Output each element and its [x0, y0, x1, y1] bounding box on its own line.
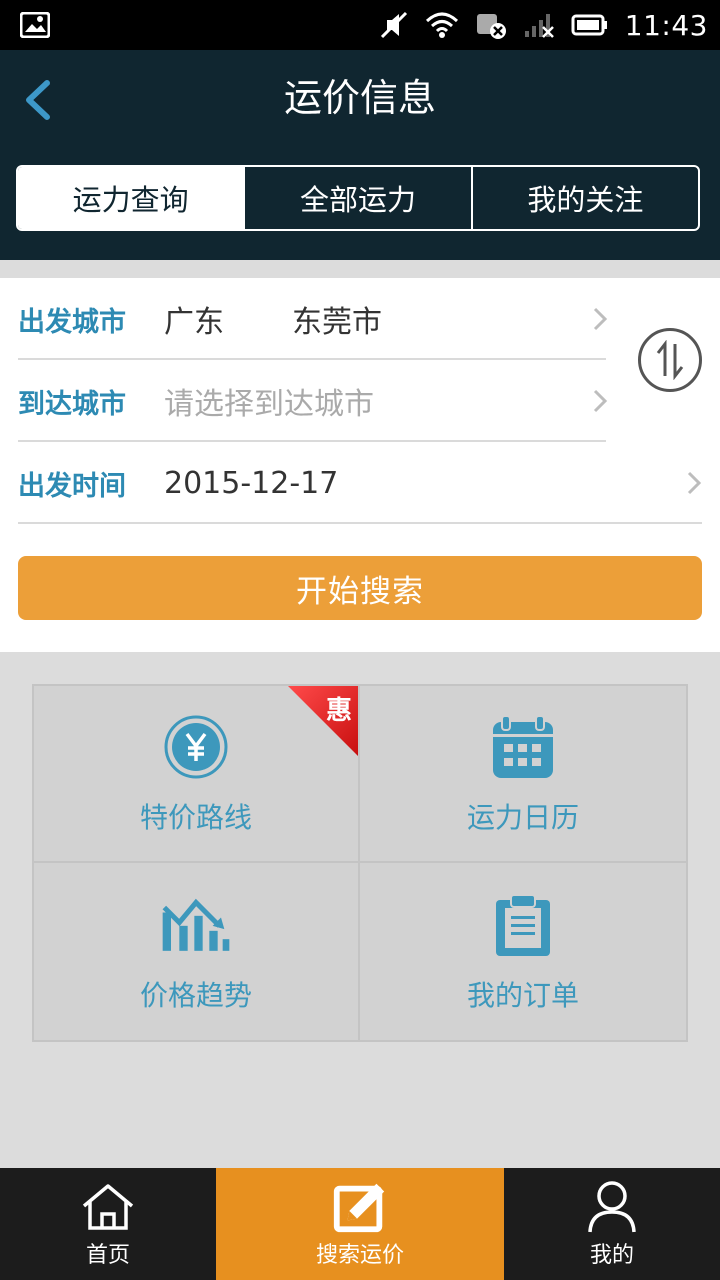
calendar-icon — [488, 712, 558, 782]
chevron-right-icon — [687, 471, 702, 495]
capacity-calendar-tile[interactable]: 运力日历 — [360, 686, 686, 863]
departure-province: 广东 — [164, 305, 224, 340]
my-orders-tile[interactable]: 我的订单 — [360, 863, 686, 1040]
wifi-icon — [425, 12, 458, 38]
nav-mine-label: 我的 — [589, 1243, 634, 1268]
nav-search-rates[interactable]: 搜索运价 — [216, 1168, 504, 1280]
promo-badge: 惠 — [325, 696, 352, 726]
home-icon — [78, 1179, 138, 1235]
clock: 11:43 — [624, 8, 708, 42]
bottom-nav: 首页 搜索运价 我的 — [0, 1168, 720, 1280]
arrival-city-row[interactable]: 到达城市 请选择到达城市 — [18, 360, 608, 442]
swap-icon — [656, 340, 684, 380]
tab-my-favorites[interactable]: 我的关注 — [470, 167, 698, 229]
yen-icon — [161, 712, 231, 782]
sim-icon — [476, 14, 506, 39]
price-trend-label: 价格趋势 — [139, 978, 252, 1012]
arrival-city-placeholder: 请选择到达城市 — [164, 387, 374, 422]
clipboard-icon — [488, 890, 558, 960]
chevron-right-icon — [593, 307, 608, 331]
divider — [18, 522, 702, 524]
capacity-calendar-label: 运力日历 — [466, 800, 579, 834]
my-orders-label: 我的订单 — [466, 978, 579, 1012]
tab-all-capacity[interactable]: 全部运力 — [243, 167, 470, 229]
mute-icon — [380, 11, 407, 39]
image-notification-icon — [20, 12, 50, 38]
edit-icon — [330, 1179, 390, 1235]
tab-bar: 运力查询 全部运力 我的关注 — [16, 165, 700, 231]
feature-grid: 惠 特价路线 运力日历 价格趋势 我的订单 — [32, 684, 688, 1042]
trend-icon — [161, 890, 231, 960]
battery-icon — [571, 14, 607, 36]
special-routes-tile[interactable]: 惠 特价路线 — [34, 686, 360, 863]
departure-city-label: 出发城市 — [18, 306, 126, 338]
departure-time-row[interactable]: 出发时间 2015-12-17 — [18, 442, 702, 524]
nav-mine[interactable]: 我的 — [504, 1168, 720, 1280]
header: 运价信息 运力查询 全部运力 我的关注 — [0, 50, 720, 260]
nav-home[interactable]: 首页 — [0, 1168, 216, 1280]
signal-icon — [524, 14, 554, 38]
status-bar: 11:43 — [0, 0, 720, 50]
departure-time-label: 出发时间 — [18, 470, 126, 502]
page-title: 运价信息 — [283, 76, 436, 120]
price-trend-tile[interactable]: 价格趋势 — [34, 863, 360, 1040]
special-routes-label: 特价路线 — [139, 800, 252, 834]
swap-cities-button[interactable] — [638, 328, 702, 392]
nav-search-rates-label: 搜索运价 — [315, 1243, 404, 1268]
departure-city: 东莞市 — [292, 305, 382, 340]
nav-home-label: 首页 — [85, 1243, 130, 1268]
start-search-button[interactable]: 开始搜索 — [18, 556, 702, 620]
departure-city-row[interactable]: 出发城市 广东 东莞市 — [18, 278, 608, 360]
arrival-city-label: 到达城市 — [18, 388, 126, 420]
chevron-right-icon — [593, 389, 608, 413]
departure-date: 2015-12-17 — [164, 465, 339, 501]
tab-capacity-query[interactable]: 运力查询 — [18, 167, 244, 229]
user-icon — [582, 1179, 642, 1235]
